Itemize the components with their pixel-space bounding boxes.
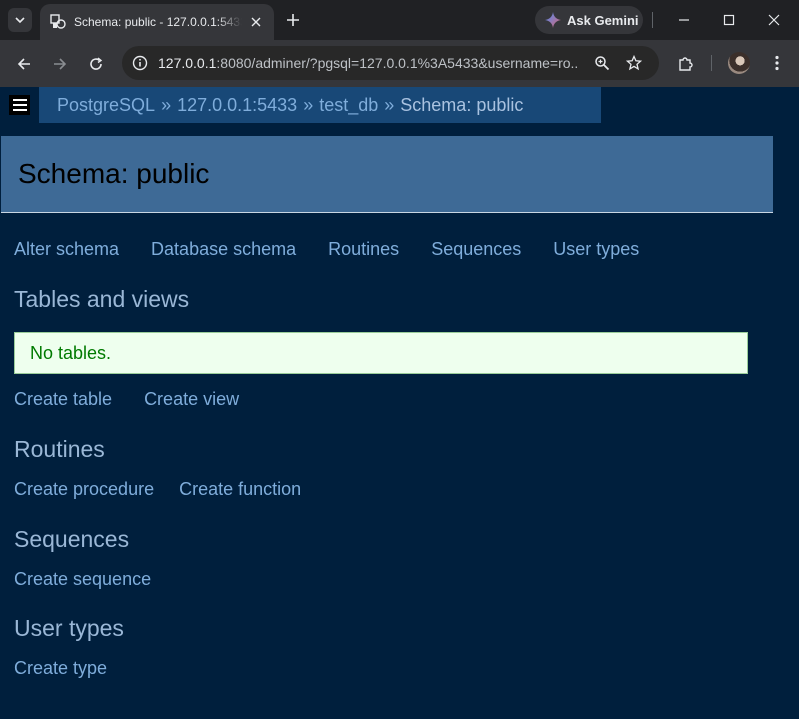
breadcrumb-separator: » [161,94,172,115]
zoom-button[interactable] [590,51,614,75]
extensions-button[interactable] [672,51,698,77]
tab-title: Schema: public - 127.0.0.1:5433 [74,15,242,29]
create-type-link[interactable]: Create type [14,658,107,679]
reload-icon [90,57,103,70]
user-types-links: Create type [14,658,139,679]
database-schema-link[interactable]: Database schema [151,239,296,260]
breadcrumb-database[interactable]: test_db [319,95,378,116]
adminer-page: PostgreSQL » 127.0.0.1:5433 » test_db » … [0,87,799,719]
hamburger-icon-bar [12,109,27,111]
user-types-link[interactable]: User types [553,239,639,260]
puzzle-icon [679,57,693,71]
tables-section-title: Tables and views [14,286,190,312]
bookmark-button[interactable] [622,51,646,75]
no-tables-message: No tables. [14,332,748,374]
breadcrumb-driver[interactable]: PostgreSQL [57,95,155,116]
reload-button[interactable] [83,51,109,77]
alter-schema-link[interactable]: Alter schema [14,239,119,260]
routines-links: Create procedure Create function [14,479,333,500]
plus-icon [287,14,299,26]
new-tab-button[interactable] [283,10,303,30]
hamburger-icon-bar [12,104,27,106]
address-bar[interactable]: 127.0.0.1:8080/adminer/?pgsql=127.0.0.1%… [122,46,659,80]
zoom-in-icon [595,56,610,71]
routines-link[interactable]: Routines [328,239,399,260]
more-vert-icon [775,55,779,71]
forward-button[interactable] [47,51,73,77]
toolbar-separator [711,55,712,71]
adminer-favicon-icon [50,14,66,29]
tables-links: Create table Create view [14,389,271,410]
browser-titlebar: Schema: public - 127.0.0.1:5433 Ask Gemi… [0,0,799,40]
site-info-button[interactable] [126,49,154,77]
breadcrumb-separator: » [384,94,395,115]
close-icon [768,14,780,26]
maximize-button[interactable] [717,8,741,32]
tab-search-button[interactable] [8,8,32,32]
profile-avatar[interactable] [728,52,750,74]
gemini-sparkle-icon [545,12,561,28]
create-table-link[interactable]: Create table [14,389,112,410]
page-title: Schema: public [18,158,210,189]
browser-toolbar: 127.0.0.1:8080/adminer/?pgsql=127.0.0.1%… [0,40,799,87]
create-procedure-link[interactable]: Create procedure [14,479,154,500]
breadcrumb-server[interactable]: 127.0.0.1:5433 [177,95,297,116]
ask-gemini-button[interactable]: Ask Gemini [535,6,643,34]
create-function-link[interactable]: Create function [179,479,301,500]
tab-close-button[interactable] [248,14,264,30]
chevron-down-icon [15,17,25,24]
url-host: 127.0.0.1 [158,55,217,71]
breadcrumb-current: Schema: public [400,94,524,115]
breadcrumb: PostgreSQL » 127.0.0.1:5433 » test_db » … [39,87,601,123]
sequences-section-title: Sequences [14,526,130,552]
breadcrumb-separator: » [303,94,314,115]
arrow-left-icon [17,58,30,70]
browser-menu-button[interactable] [765,51,789,75]
close-icon [251,17,261,27]
schema-links: Alter schema Database schema Routines Se… [14,239,671,260]
minimize-icon [679,19,689,21]
create-sequence-link[interactable]: Create sequence [14,569,151,590]
routines-section-title: Routines [14,436,105,462]
menu-toggle-button[interactable] [9,95,30,115]
maximize-icon [723,14,735,26]
url-path: :8080/adminer/?pgsql=127.0.0.1%3A5433&us… [216,55,578,71]
sequences-links: Create sequence [14,569,183,590]
back-button[interactable] [11,51,37,77]
sequences-link[interactable]: Sequences [431,239,521,260]
star-icon [626,55,642,71]
url-text[interactable]: 127.0.0.1:8080/adminer/?pgsql=127.0.0.1%… [158,55,578,71]
arrow-right-icon [54,58,67,70]
window-close-button[interactable] [762,8,786,32]
create-view-link[interactable]: Create view [144,389,239,410]
minimize-button[interactable] [672,8,696,32]
info-icon [132,55,148,71]
ask-gemini-label: Ask Gemini [567,12,639,28]
browser-tab-active[interactable]: Schema: public - 127.0.0.1:5433 [40,4,274,40]
page-header: Schema: public [1,136,773,213]
hamburger-icon-bar [12,99,27,101]
user-types-section-title: User types [14,615,124,641]
titlebar-separator [652,12,653,28]
